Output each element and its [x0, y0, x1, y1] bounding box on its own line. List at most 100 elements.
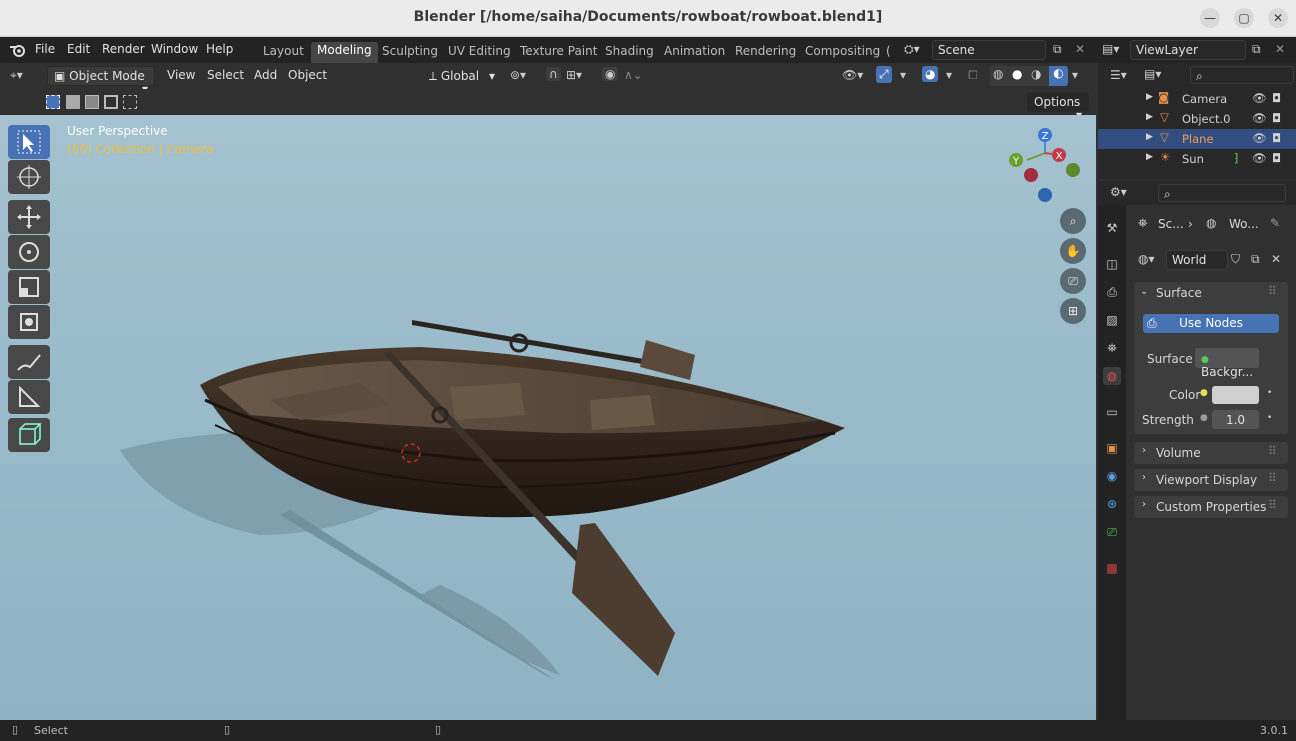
- surface-panel-title[interactable]: Surface: [1156, 286, 1202, 300]
- material-shading-icon[interactable]: ◑: [1031, 67, 1041, 81]
- color-swatch[interactable]: [1212, 386, 1259, 404]
- strength-field[interactable]: 1.0: [1212, 410, 1259, 429]
- select-new-icon[interactable]: [46, 95, 60, 109]
- scene-tab-icon[interactable]: ⛯: [1103, 339, 1121, 357]
- new-scene-icon[interactable]: ⧉: [1053, 42, 1062, 57]
- constraints-tab-icon[interactable]: ⊛: [1103, 495, 1121, 513]
- chevron-down-icon[interactable]: ▾: [1072, 68, 1078, 82]
- outliner-item-camera[interactable]: ▶ ◙ Camera 👁 ◘: [1098, 89, 1296, 109]
- physics-tab-icon[interactable]: ◉: [1103, 467, 1121, 485]
- scale-tool[interactable]: [8, 270, 50, 304]
- axis-neg-y-icon[interactable]: [1066, 163, 1080, 177]
- tab-rendering[interactable]: Rendering: [735, 44, 796, 58]
- scene-field[interactable]: Scene: [932, 40, 1046, 60]
- drag-handle-icon[interactable]: ⠿: [1268, 498, 1277, 512]
- render-camera-icon[interactable]: ◘: [1272, 111, 1281, 125]
- mode-select[interactable]: ▣ Object Mode ▾: [47, 66, 155, 96]
- eye-icon[interactable]: 👁: [1252, 151, 1267, 165]
- camera-view-icon[interactable]: ⎚: [1060, 268, 1086, 294]
- drag-handle-icon[interactable]: ⠿: [1268, 284, 1277, 298]
- tab-compositing[interactable]: Compositing: [805, 44, 880, 58]
- menu-view[interactable]: View: [167, 68, 195, 82]
- tab-animation[interactable]: Animation: [664, 44, 725, 58]
- axis-neg-x-icon[interactable]: [1024, 168, 1038, 182]
- tab-shading[interactable]: Shading: [605, 44, 654, 58]
- chevron-down-icon[interactable]: ⌄: [1140, 286, 1148, 297]
- tab-overflow[interactable]: (: [886, 44, 891, 58]
- view-layer-tab-icon[interactable]: ▨: [1103, 311, 1121, 329]
- expand-arrow-icon[interactable]: ▶: [1146, 92, 1153, 102]
- overlays-toggle-icon[interactable]: ◕: [922, 66, 939, 82]
- surface-shader-field[interactable]: ● Backgr...: [1195, 348, 1259, 379]
- expand-arrow-icon[interactable]: ▶: [1146, 152, 1153, 162]
- view-layer-field[interactable]: ViewLayer: [1130, 40, 1246, 60]
- pan-hand-icon[interactable]: ✋: [1060, 238, 1086, 264]
- fake-user-shield-icon[interactable]: ⛉: [1231, 252, 1240, 267]
- outliner-search-input[interactable]: ⌕: [1190, 66, 1294, 84]
- tab-sculpting[interactable]: Sculpting: [382, 44, 438, 58]
- tab-modeling[interactable]: Modeling: [311, 42, 378, 63]
- tool-tab-icon[interactable]: ⚒: [1103, 219, 1121, 237]
- expand-arrow-icon[interactable]: ▶: [1146, 112, 1153, 122]
- select-invert-icon[interactable]: [104, 95, 118, 109]
- render-camera-icon[interactable]: ◘: [1272, 131, 1281, 145]
- custom-properties-panel[interactable]: › Custom Properties ⠿: [1134, 496, 1288, 518]
- transform-tool[interactable]: [8, 305, 50, 339]
- properties-editor-icon[interactable]: ⚙▾: [1110, 185, 1127, 199]
- menu-select[interactable]: Select: [207, 68, 244, 82]
- tab-texture-paint[interactable]: Texture Paint: [520, 44, 597, 58]
- delete-scene-icon[interactable]: ✕: [1075, 42, 1085, 56]
- drag-handle-icon[interactable]: ⠿: [1268, 444, 1277, 458]
- menu-object[interactable]: Object: [288, 68, 327, 82]
- rotate-tool[interactable]: [8, 235, 50, 269]
- drag-handle-icon[interactable]: ⠿: [1268, 471, 1277, 485]
- navigation-gizmo[interactable]: Z X Y: [1005, 125, 1085, 207]
- rendered-shading-icon[interactable]: ◐: [1049, 66, 1068, 86]
- world-tab-icon[interactable]: ◍: [1103, 367, 1121, 385]
- chevron-down-icon[interactable]: ▾: [946, 68, 952, 82]
- menu-edit[interactable]: Edit: [67, 42, 90, 56]
- cursor-tool[interactable]: [8, 160, 50, 194]
- keyframe-dot-icon[interactable]: •: [1267, 388, 1272, 398]
- select-box-tool[interactable]: [8, 125, 50, 159]
- outliner-item-sun[interactable]: ▶ ☀ Sun ⁆ 👁 ◘: [1098, 149, 1296, 169]
- orientation-select[interactable]: ⟂ Global ▾: [422, 66, 502, 86]
- pin-icon[interactable]: ✎: [1270, 216, 1280, 230]
- eye-icon[interactable]: 👁: [1252, 91, 1267, 105]
- minimize-button[interactable]: —: [1200, 8, 1220, 28]
- duplicate-icon[interactable]: ⧉: [1251, 252, 1260, 267]
- outliner-item-object[interactable]: ▶ ▽ Object.0 👁 ◘: [1098, 109, 1296, 129]
- add-cube-tool[interactable]: [8, 418, 50, 452]
- data-tab-icon[interactable]: ⎚: [1103, 523, 1121, 541]
- perspective-toggle-icon[interactable]: ⊞: [1060, 298, 1086, 324]
- blender-logo-icon[interactable]: [9, 42, 27, 58]
- select-intersect-icon[interactable]: [123, 95, 137, 109]
- close-button[interactable]: ✕: [1268, 8, 1288, 28]
- proportional-edit-icon[interactable]: ◉: [602, 67, 619, 81]
- collection-tab-icon[interactable]: ▭: [1103, 403, 1121, 421]
- measure-tool[interactable]: [8, 380, 50, 414]
- volume-panel[interactable]: › Volume ⠿: [1134, 442, 1288, 464]
- menu-help[interactable]: Help: [206, 42, 233, 56]
- select-extend-icon[interactable]: [66, 95, 80, 109]
- outliner-editor-icon[interactable]: ☰▾: [1110, 68, 1127, 82]
- wireframe-shading-icon[interactable]: ◍: [993, 67, 1003, 81]
- keyframe-dot-icon[interactable]: •: [1267, 413, 1272, 423]
- world-browse-icon[interactable]: ◍▾: [1138, 252, 1155, 266]
- render-tab-icon[interactable]: ◫: [1103, 255, 1121, 273]
- expand-arrow-icon[interactable]: ▶: [1146, 132, 1153, 142]
- output-tab-icon[interactable]: ⎙: [1103, 283, 1121, 301]
- tab-uv-editing[interactable]: UV Editing: [448, 44, 511, 58]
- visibility-icon[interactable]: 👁▾: [842, 68, 863, 82]
- zoom-icon[interactable]: ⌕: [1060, 208, 1086, 234]
- editor-type-icon[interactable]: ⌖▾: [10, 68, 23, 83]
- maximize-button[interactable]: ▢: [1234, 8, 1254, 28]
- eye-icon[interactable]: 👁: [1252, 111, 1267, 125]
- menu-window[interactable]: Window: [151, 42, 198, 56]
- breadcrumb-world[interactable]: Wo...: [1229, 217, 1259, 231]
- delete-view-layer-icon[interactable]: ✕: [1275, 42, 1285, 56]
- gizmo-toggle-icon[interactable]: ⤢: [876, 66, 892, 83]
- object-tab-icon[interactable]: ▣: [1103, 439, 1121, 457]
- display-mode-icon[interactable]: ▤▾: [1144, 67, 1161, 81]
- menu-add[interactable]: Add: [254, 68, 277, 82]
